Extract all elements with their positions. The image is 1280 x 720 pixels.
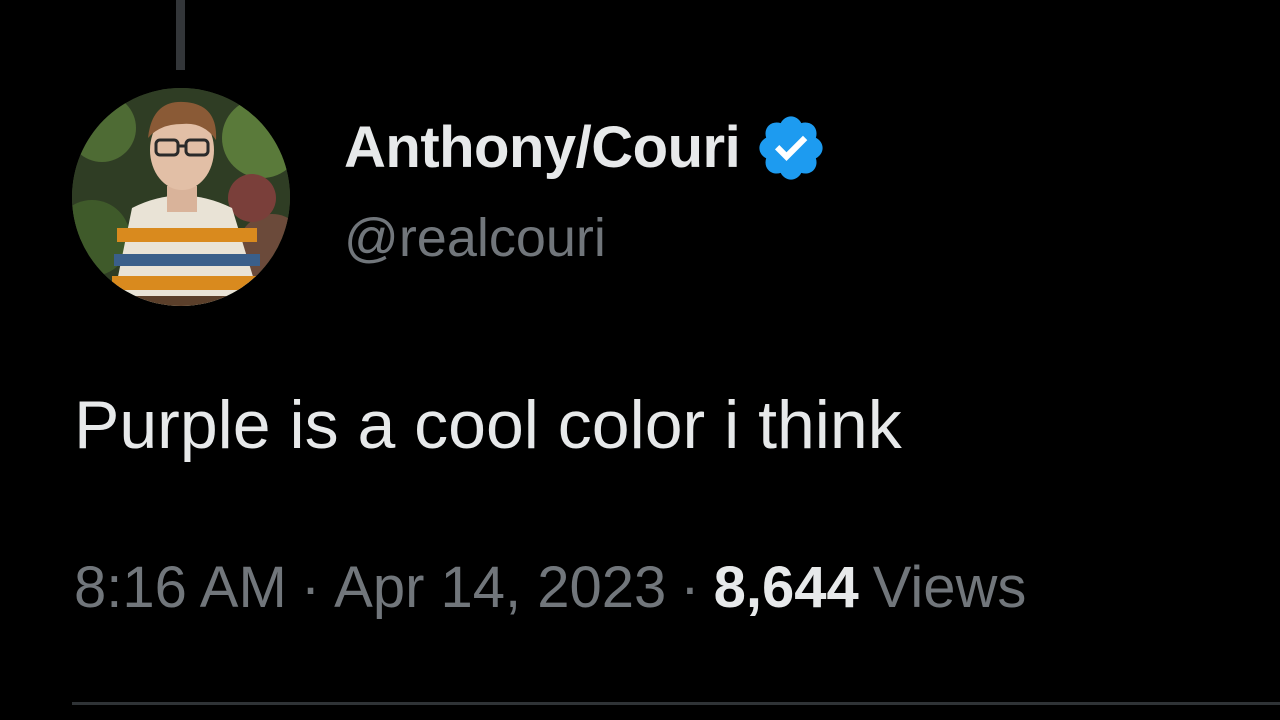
divider [72,702,1280,705]
verified-badge-icon[interactable] [754,111,828,185]
meta-separator: · [300,555,321,620]
tweet-text: Purple is a cool color i think [74,387,902,463]
views-label: Views [872,555,1027,620]
tweet-meta: 8:16 AM · Apr 14, 2023 · 8,644 Views [74,548,1026,628]
avatar[interactable] [72,88,290,306]
display-name-row: Anthony/Couri [344,112,828,184]
meta-separator: · [680,555,700,620]
user-info: Anthony/Couri @realcouri [344,112,828,278]
display-name[interactable]: Anthony/Couri [344,112,741,184]
thread-connector-line [176,0,185,70]
views-count: 8,644 [713,555,859,620]
user-handle[interactable]: @realcouri [344,198,828,278]
avatar-image [72,88,290,306]
tweet-date[interactable]: Apr 14, 2023 [334,548,666,628]
tweet-time[interactable]: 8:16 AM [74,548,287,628]
